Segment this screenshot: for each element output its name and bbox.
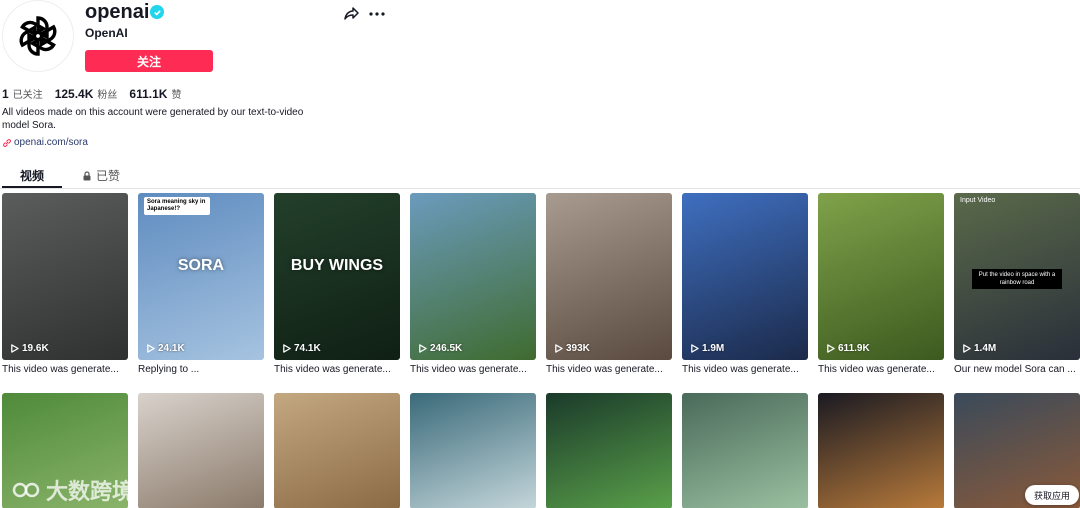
view-count-text: 611.9K — [838, 343, 870, 354]
openai-logo-icon — [19, 16, 57, 56]
tab-liked-label: 已赞 — [96, 169, 121, 183]
overlay-text: SORA — [177, 257, 225, 274]
stat-number: 611.1K — [129, 87, 168, 101]
view-count: 74.1K — [282, 343, 321, 354]
view-count: 1.4M — [962, 343, 996, 354]
video-thumbnail[interactable]: 393K — [546, 193, 672, 360]
tab-videos[interactable]: 视频 — [20, 167, 44, 184]
video-card[interactable]: 246.5K This video was generate... — [410, 193, 536, 375]
lock-icon — [83, 170, 91, 180]
tab-liked[interactable]: 已赞 — [82, 167, 120, 184]
get-app-button[interactable]: 获取应用 — [1025, 485, 1079, 505]
video-thumbnail[interactable]: 1.9M — [682, 193, 808, 360]
video-caption[interactable]: This video was generate... — [2, 364, 128, 375]
link-text: openai.com/sora — [14, 137, 88, 148]
video-caption[interactable]: This video was generate... — [682, 364, 808, 375]
video-caption[interactable]: This video was generate... — [818, 364, 944, 375]
overlay-text: BUY WINGS — [290, 257, 384, 274]
stat-following[interactable]: 1 已关注 — [2, 86, 43, 101]
profile-bio: All videos made on this account were gen… — [2, 107, 304, 131]
stat-number: 1 — [2, 87, 9, 101]
view-count: 24.1K — [146, 343, 185, 354]
avatar[interactable] — [2, 0, 74, 72]
video-thumbnail[interactable] — [682, 393, 808, 508]
view-count-text: 1.4M — [974, 343, 997, 354]
view-count: 393K — [554, 343, 590, 354]
video-thumbnail[interactable]: 611.9K — [818, 193, 944, 360]
play-icon — [691, 344, 699, 353]
comment-bubble: Sora meaning sky in Japanese!? — [144, 197, 210, 215]
view-count: 19.6K — [10, 343, 49, 354]
video-caption[interactable]: Our new model Sora can ... — [954, 364, 1080, 375]
tab-divider — [0, 188, 1080, 189]
follow-button[interactable]: 关注 — [85, 50, 213, 72]
video-caption[interactable]: This video was generate... — [546, 364, 672, 375]
stat-number: 125.4K — [54, 87, 94, 101]
watermark-logo-icon — [12, 482, 40, 498]
video-card[interactable] — [682, 393, 808, 508]
stat-followers[interactable]: 125.4K 粉丝 — [55, 86, 118, 101]
video-card[interactable]: 393K This video was generate... — [546, 193, 672, 375]
video-card[interactable]: 19.6K This video was generate... — [2, 193, 128, 375]
video-caption[interactable]: This video was generate... — [410, 364, 536, 375]
video-card[interactable] — [546, 393, 672, 508]
play-icon — [963, 344, 971, 353]
play-icon — [419, 344, 427, 353]
view-count-text: 393K — [566, 343, 590, 354]
more-options-icon[interactable] — [368, 5, 386, 23]
video-card[interactable] — [818, 393, 944, 508]
prompt-caption: Put the video in space with a rainbow ro… — [972, 269, 1062, 289]
video-thumbnail[interactable]: BUY WINGS 74.1K — [274, 193, 400, 360]
video-card[interactable] — [274, 393, 400, 508]
video-card[interactable] — [410, 393, 536, 508]
video-thumbnail[interactable]: 246.5K — [410, 193, 536, 360]
video-card[interactable]: 1.9M This video was generate... — [682, 193, 808, 375]
play-icon — [827, 344, 835, 353]
watermark: 大数跨境 — [12, 474, 134, 506]
video-thumbnail[interactable] — [546, 393, 672, 508]
video-thumbnail[interactable] — [138, 393, 264, 508]
view-count-text: 74.1K — [294, 343, 321, 354]
view-count-text: 246.5K — [430, 343, 463, 354]
verified-badge-icon — [150, 5, 164, 19]
username: openai — [85, 1, 150, 23]
watermark-text: 大数跨境 — [46, 479, 135, 504]
profile-link[interactable]: openai.com/sora — [2, 137, 88, 148]
video-thumbnail[interactable]: Input Video Put the video in space with a… — [954, 193, 1080, 360]
video-card[interactable]: BUY WINGS 74.1K This video was generate... — [274, 193, 400, 375]
video-card[interactable]: Input Video Put the video in space with a… — [954, 193, 1080, 375]
video-thumbnail[interactable] — [818, 393, 944, 508]
video-caption[interactable]: Replying to ... — [138, 364, 264, 375]
view-count: 611.9K — [826, 343, 870, 354]
video-thumbnail[interactable] — [274, 393, 400, 508]
video-card[interactable]: 611.9K This video was generate... — [818, 193, 944, 375]
video-thumbnail[interactable]: Sora meaning sky in Japanese!? SORA 24.1K — [138, 193, 264, 360]
profile-stats: 1 已关注 125.4K 粉丝 611.1K 赞 — [2, 86, 193, 101]
play-icon — [11, 344, 19, 353]
video-card[interactable]: Sora meaning sky in Japanese!? SORA 24.1K R… — [138, 193, 264, 375]
stat-label: 粉丝 — [97, 90, 118, 101]
nickname: OpenAI — [85, 26, 128, 40]
stat-label: 已关注 — [12, 90, 43, 101]
play-icon — [147, 344, 155, 353]
play-icon — [555, 344, 563, 353]
stat-label: 赞 — [171, 90, 182, 101]
view-count-text: 24.1K — [158, 343, 185, 354]
view-count: 246.5K — [418, 343, 462, 354]
video-caption[interactable]: This video was generate... — [274, 364, 400, 375]
stat-likes: 611.1K 赞 — [129, 86, 181, 101]
view-count-text: 1.9M — [702, 343, 725, 354]
link-icon — [3, 138, 11, 147]
play-icon — [283, 344, 291, 353]
view-count-text: 19.6K — [22, 343, 49, 354]
video-thumbnail[interactable]: 19.6K — [2, 193, 128, 360]
share-icon[interactable] — [342, 5, 360, 23]
video-card[interactable] — [138, 393, 264, 508]
video-thumbnail[interactable] — [410, 393, 536, 508]
input-video-label: Input Video — [960, 197, 996, 204]
view-count: 1.9M — [690, 343, 724, 354]
